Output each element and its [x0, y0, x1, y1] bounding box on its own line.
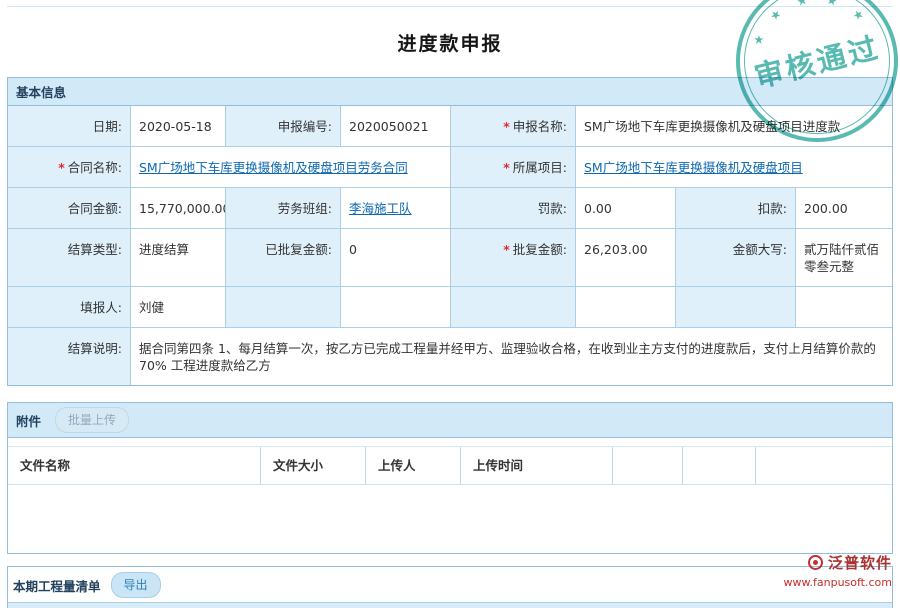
- value-project: SM广场地下车库更换摄像机及硬盘项目: [576, 147, 892, 188]
- attachments-empty-area: [8, 485, 892, 553]
- attachments-col-empty: [613, 447, 683, 484]
- batch-upload-button[interactable]: 批量上传: [55, 407, 129, 433]
- labor-team-link[interactable]: 李海施工队: [349, 201, 412, 216]
- value-deduction: 200.00: [796, 188, 892, 229]
- page-title: 进度款申报: [0, 31, 900, 57]
- value-settle-note: 据合同第四条 1、每月结算一次，按乙方已完成工程量并经甲方、监理验收合格，在收到…: [131, 328, 892, 385]
- required-asterisk: *: [503, 160, 510, 175]
- empty-cell: [576, 287, 676, 328]
- label-penalty: 罚款:: [451, 188, 576, 229]
- project-link[interactable]: SM广场地下车库更换摄像机及硬盘项目: [584, 160, 803, 175]
- value-approval-amount: 26,203.00: [576, 229, 676, 287]
- attachments-header: 附件 批量上传: [8, 403, 892, 438]
- value-approved-amount: 0: [341, 229, 451, 287]
- label-declare-no: 申报编号:: [226, 106, 341, 147]
- value-settle-type: 进度结算: [131, 229, 226, 287]
- required-asterisk: *: [503, 242, 510, 257]
- value-labor-team: 李海施工队: [341, 188, 451, 229]
- label-amount-words: 金额大写:: [676, 229, 796, 287]
- boq-table-header-partial: [8, 602, 892, 608]
- star-icon: ★: [767, 6, 784, 24]
- star-icon: ★: [850, 6, 867, 24]
- value-filler: 刘健: [131, 287, 226, 328]
- boq-title: 本期工程量清单: [13, 576, 101, 595]
- label-settle-type: 结算类型:: [8, 229, 131, 287]
- attachments-col-filename: 文件名称: [8, 447, 261, 484]
- empty-cell: [341, 287, 451, 328]
- contract-name-link[interactable]: SM广场地下车库更换摄像机及硬盘项目劳务合同: [139, 160, 408, 175]
- attachments-col-filesize: 文件大小: [261, 447, 366, 484]
- label-deduction: 扣款:: [676, 188, 796, 229]
- fanpu-logo-icon: [808, 555, 823, 570]
- value-contract-name: SM广场地下车库更换摄像机及硬盘项目劳务合同: [131, 147, 451, 188]
- value-contract-amount: 15,770,000.00: [131, 188, 226, 229]
- label-contract-amount: 合同金额:: [8, 188, 131, 229]
- empty-cell: [796, 287, 892, 328]
- content: 基本信息 日期: 2020-05-18 申报编号: 2020050021 *申报…: [7, 77, 893, 608]
- empty-cell: [676, 287, 796, 328]
- boq-header: 本期工程量清单 导出: [8, 567, 892, 602]
- empty-cell: [226, 287, 341, 328]
- required-asterisk: *: [503, 119, 510, 134]
- attachments-col-uploadtime: 上传时间: [461, 447, 613, 484]
- attachments-col-empty: [683, 447, 756, 484]
- value-amount-words: 貳万陆仟贰佰零叁元整: [796, 229, 892, 287]
- basic-info-title: 基本信息: [16, 82, 66, 101]
- value-declare-name: SM广场地下车库更换摄像机及硬盘项目进度款: [576, 106, 892, 147]
- vendor-brand: 泛普软件 www.fanpusoft.com: [784, 552, 892, 589]
- boq-section: 本期工程量清单 导出: [7, 566, 893, 608]
- star-icon: ★: [795, 0, 809, 9]
- label-approval-amount: *批复金额:: [451, 229, 576, 287]
- label-date: 日期:: [8, 106, 131, 147]
- star-icon: ★: [825, 0, 839, 9]
- vendor-name: 泛普软件: [828, 552, 892, 573]
- value-penalty: 0.00: [576, 188, 676, 229]
- page-top-divider: [7, 6, 893, 7]
- attachments-title: 附件: [16, 411, 41, 430]
- label-project: *所属项目:: [451, 147, 576, 188]
- attachments-section: 附件 批量上传 文件名称 文件大小 上传人 上传时间: [7, 402, 893, 554]
- basic-info-section: 基本信息 日期: 2020-05-18 申报编号: 2020050021 *申报…: [7, 77, 893, 386]
- attachments-table: 文件名称 文件大小 上传人 上传时间: [8, 446, 892, 485]
- label-settle-note: 结算说明:: [8, 328, 131, 385]
- export-button[interactable]: 导出: [111, 572, 161, 598]
- label-declare-name: *申报名称:: [451, 106, 576, 147]
- empty-cell: [451, 287, 576, 328]
- label-approved-amount: 已批复金额:: [226, 229, 341, 287]
- required-asterisk: *: [58, 160, 65, 175]
- value-declare-no: 2020050021: [341, 106, 451, 147]
- basic-info-header: 基本信息: [8, 78, 892, 106]
- attachments-col-empty: [756, 447, 892, 484]
- attachments-col-uploader: 上传人: [366, 447, 461, 484]
- label-contract-name: *合同名称:: [8, 147, 131, 188]
- label-labor-team: 劳务班组:: [226, 188, 341, 229]
- value-date: 2020-05-18: [131, 106, 226, 147]
- vendor-url: www.fanpusoft.com: [784, 576, 892, 589]
- label-filler: 填报人:: [8, 287, 131, 328]
- basic-info-table: 日期: 2020-05-18 申报编号: 2020050021 *申报名称: S…: [8, 106, 892, 385]
